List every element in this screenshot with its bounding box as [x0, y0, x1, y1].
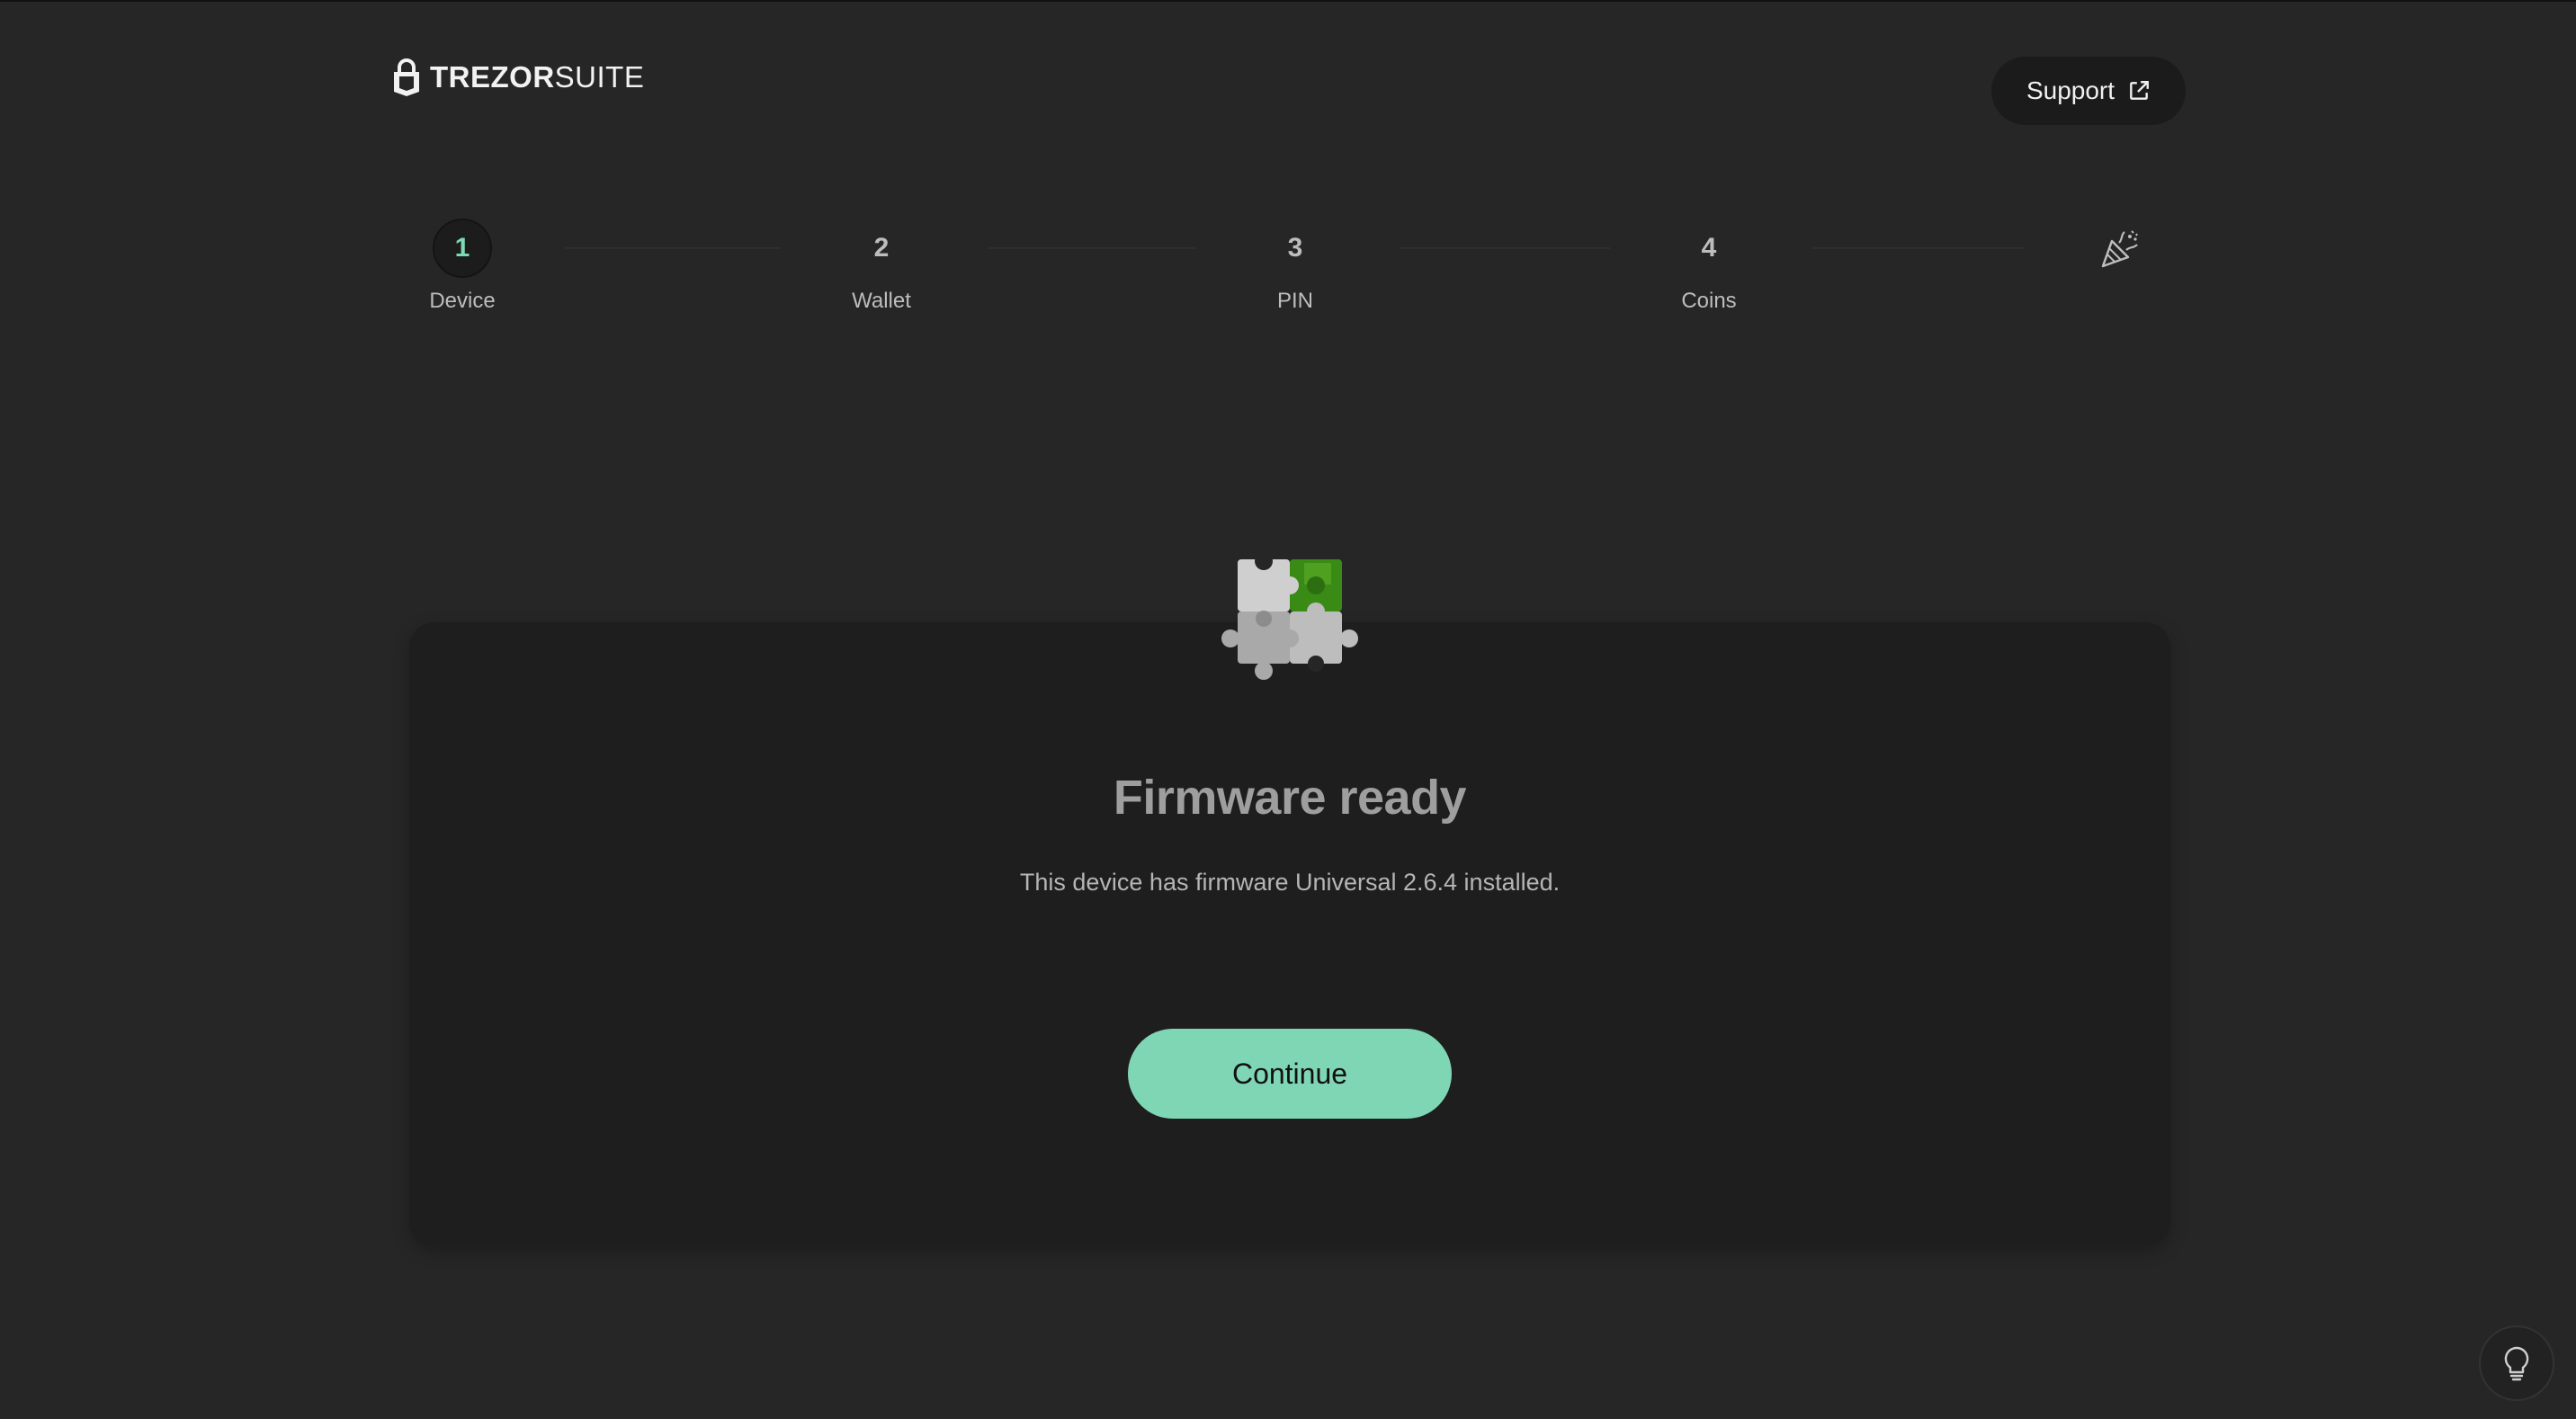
continue-button[interactable]: Continue: [1128, 1029, 1452, 1119]
step-number: 4: [1701, 233, 1717, 263]
tips-button[interactable]: [2479, 1325, 2554, 1401]
step-wallet: 2 Wallet: [792, 219, 971, 314]
step-pin: 3 PIN: [1205, 219, 1385, 314]
lightbulb-icon: [2504, 1346, 2529, 1381]
step-number: 2: [873, 233, 890, 263]
step-connector: [1811, 247, 2024, 249]
step-coins: 4 Coins: [1619, 219, 1799, 314]
step-label: Device: [429, 289, 496, 313]
step-connector: [1400, 247, 1610, 249]
step-connector: [988, 247, 1196, 249]
firmware-card: [409, 622, 2170, 1246]
card-title: Firmware ready: [1113, 771, 1467, 825]
continue-button-label: Continue: [1231, 1057, 1348, 1090]
puzzle-icon: [1221, 556, 1358, 680]
onboarding-stepper: 1 Device 2 Wallet 3 PIN 4 Coins: [0, 0, 2576, 360]
step-number: 3: [1287, 233, 1303, 263]
step-label: Coins: [1681, 289, 1737, 313]
step-label: PIN: [1276, 289, 1313, 313]
step-label: Wallet: [852, 289, 911, 313]
card-description: This device has firmware Universal 2.6.4…: [1019, 869, 1561, 896]
step-connector: [565, 247, 781, 249]
step-number: 1: [433, 219, 492, 278]
party-popper-icon: [2090, 219, 2150, 279]
step-device: 1 Device: [372, 219, 552, 314]
